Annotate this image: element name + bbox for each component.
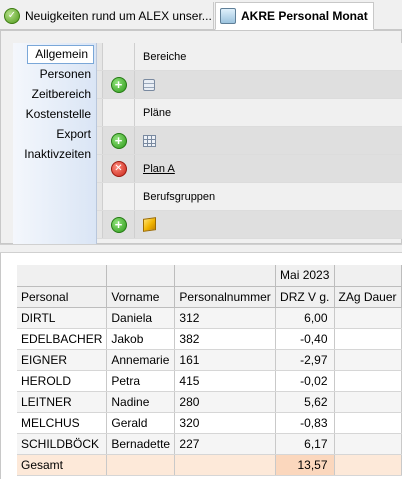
column-header-zag-dauer[interactable]: ZAg Dauer: [334, 286, 402, 308]
total-drz: 13,57: [275, 454, 335, 476]
tab-akre-personal-monat[interactable]: AKRE Personal Monat: [215, 2, 374, 30]
cell-drz: -2,97: [275, 349, 335, 371]
cell-personal: MELCHUS: [17, 412, 108, 434]
column-header-personalnummer[interactable]: Personalnummer: [174, 286, 277, 308]
header-group-row: Mai 2023: [17, 265, 402, 287]
cell-nr: 280: [174, 391, 277, 413]
cell-drz: -0,40: [275, 328, 335, 350]
total-row[interactable]: Gesamt 13,57: [17, 454, 402, 476]
column-header-vorname[interactable]: Vorname: [106, 286, 176, 308]
results-table: Mai 2023 Personal Vorname Personalnummer…: [17, 265, 402, 476]
splitter[interactable]: [0, 244, 402, 253]
cell-personal: HEROLD: [17, 370, 108, 392]
settings-grid: Bereiche + Pläne + ✕ Plan A Berufsgruppe…: [97, 43, 402, 239]
table-row[interactable]: HEROLD Petra 415 -0,02: [17, 370, 402, 392]
section-header-bereiche: Bereiche: [97, 43, 402, 71]
nav-item-zeitbereich[interactable]: Zeitbereich: [13, 84, 96, 104]
bereiche-row: +: [97, 71, 402, 99]
info-check-icon: ✓: [4, 7, 20, 24]
cell-drz: 5,62: [275, 391, 335, 413]
database-icon[interactable]: [143, 78, 155, 91]
add-berufsgruppe-button[interactable]: +: [110, 216, 127, 233]
cell-nr: 382: [174, 328, 277, 350]
cell-vorname: Petra: [106, 370, 176, 392]
add-plan-button[interactable]: +: [110, 132, 127, 149]
settings-panel: Allgemein Personen Zeitbereich Kostenste…: [0, 30, 402, 265]
cell-drz: -0,83: [275, 412, 335, 434]
cell-vorname: Daniela: [106, 307, 176, 329]
cell-vorname: Jakob: [106, 328, 176, 350]
cell-vorname: Bernadette: [106, 433, 176, 455]
cell-zag: [334, 349, 402, 371]
delete-plan-button[interactable]: ✕: [110, 160, 127, 177]
nav-item-personen[interactable]: Personen: [13, 64, 96, 84]
tab-neuigkeiten[interactable]: ✓ Neuigkeiten rund um ALEX unser...: [0, 2, 214, 29]
section-title: Berufsgruppen: [143, 190, 216, 203]
plaene-add-row: +: [97, 127, 402, 155]
table-row[interactable]: EIGNER Annemarie 161 -2,97: [17, 349, 402, 371]
cell-personal: LEITNER: [17, 391, 108, 413]
cell-drz: -0,02: [275, 370, 335, 392]
column-header-personal[interactable]: Personal: [17, 286, 108, 308]
table-row[interactable]: SCHILDBÖCK Bernadette 227 6,17: [17, 433, 402, 455]
settings-nav: Allgemein Personen Zeitbereich Kostenste…: [13, 43, 97, 265]
cell-vorname: Nadine: [106, 391, 176, 413]
results-panel: Mai 2023 Personal Vorname Personalnummer…: [0, 253, 402, 479]
berufsgruppen-row: +: [97, 211, 402, 239]
nav-item-kostenstelle[interactable]: Kostenstelle: [13, 104, 96, 124]
add-bereich-button[interactable]: +: [110, 76, 127, 93]
plan-a-row: ✕ Plan A: [97, 155, 402, 183]
section-title: Bereiche: [143, 50, 187, 63]
cell-drz: 6,17: [275, 433, 335, 455]
cell-zag: [334, 391, 402, 413]
table-row[interactable]: LEITNER Nadine 280 5,62: [17, 391, 402, 413]
section-header-plaene: Pläne: [97, 99, 402, 127]
monitor-icon: [220, 8, 236, 24]
cell-nr: 161: [174, 349, 277, 371]
cell-nr: 312: [174, 307, 277, 329]
nav-item-inaktivzeiten[interactable]: Inaktivzeiten: [13, 144, 96, 164]
tab-strip: ✓ Neuigkeiten rund um ALEX unser... AKRE…: [0, 0, 402, 30]
plan-a-link[interactable]: Plan A: [143, 163, 175, 175]
table-row[interactable]: DIRTL Daniela 312 6,00: [17, 307, 402, 329]
table-row[interactable]: EDELBACHER Jakob 382 -0,40: [17, 328, 402, 350]
cell-vorname: Annemarie: [106, 349, 176, 371]
total-label: Gesamt: [17, 454, 108, 476]
header-row: Personal Vorname Personalnummer DRZ V g.…: [17, 286, 402, 308]
cell-zag: [334, 433, 402, 455]
table-row[interactable]: MELCHUS Gerald 320 -0,83: [17, 412, 402, 434]
cell-zag: [334, 370, 402, 392]
cell-personal: DIRTL: [17, 307, 108, 329]
column-header-drz[interactable]: DRZ V g.: [275, 286, 335, 308]
nav-item-allgemein[interactable]: Allgemein: [27, 45, 94, 64]
cell-vorname: Gerald: [106, 412, 176, 434]
tab-label: AKRE Personal Monat: [241, 9, 368, 23]
cell-nr: 320: [174, 412, 277, 434]
cube-icon[interactable]: [143, 217, 156, 232]
grid-icon[interactable]: [143, 134, 156, 147]
month-header: Mai 2023: [275, 265, 335, 287]
cell-zag: [334, 307, 402, 329]
tab-label: Neuigkeiten rund um ALEX unser...: [25, 8, 212, 23]
cell-zag: [334, 328, 402, 350]
cell-personal: EDELBACHER: [17, 328, 108, 350]
cell-personal: EIGNER: [17, 349, 108, 371]
cell-zag: [334, 412, 402, 434]
section-header-berufsgruppen: Berufsgruppen: [97, 183, 402, 211]
cell-personal: SCHILDBÖCK: [17, 433, 108, 455]
cell-nr: 415: [174, 370, 277, 392]
cell-nr: 227: [174, 433, 277, 455]
nav-item-export[interactable]: Export: [13, 124, 96, 144]
section-title: Pläne: [143, 106, 172, 119]
cell-drz: 6,00: [275, 307, 335, 329]
